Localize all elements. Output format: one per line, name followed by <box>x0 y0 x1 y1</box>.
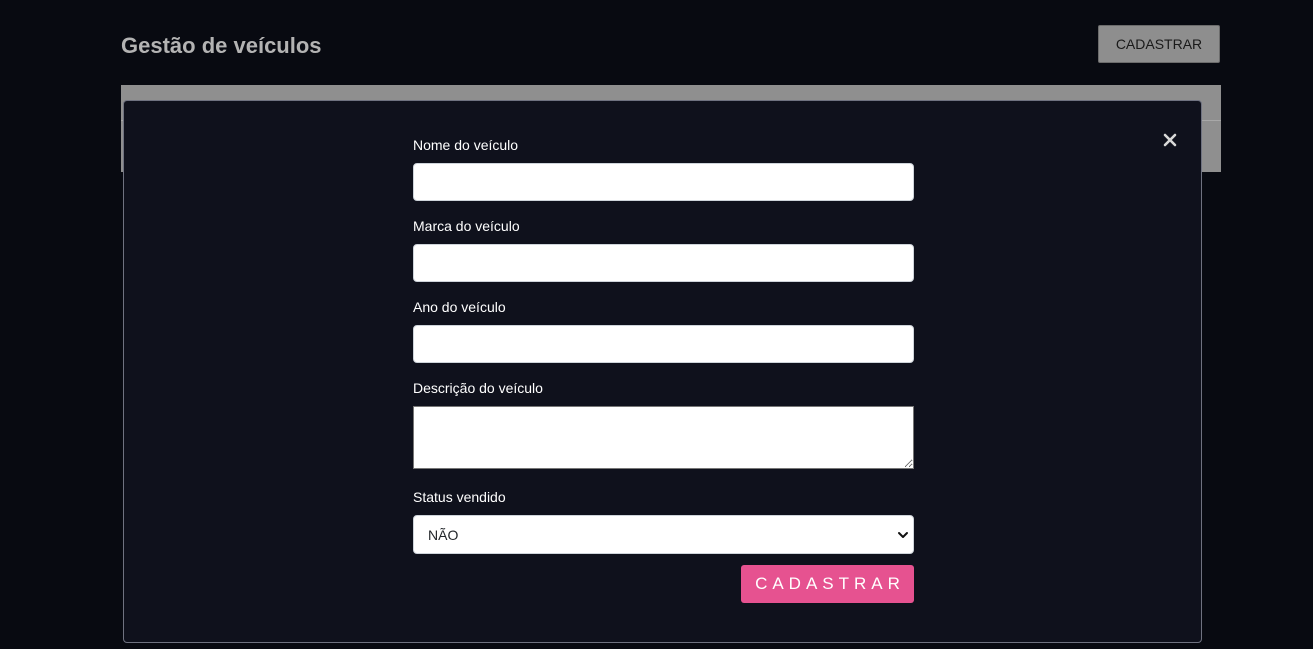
vehicle-year-input[interactable] <box>413 325 914 363</box>
chevron-down-icon <box>898 532 908 538</box>
vehicle-year-label: Ano do veículo <box>413 299 506 315</box>
submit-button[interactable]: CADASTRAR <box>741 565 914 603</box>
page-title: Gestão de veículos <box>121 33 322 58</box>
vehicle-brand-input[interactable] <box>413 244 914 282</box>
sold-status-label: Status vendido <box>413 489 506 505</box>
vehicle-name-label: Nome do veículo <box>413 137 519 153</box>
vehicle-description-label: Descrição do veículo <box>413 380 543 396</box>
close-icon[interactable] <box>1159 129 1181 151</box>
vehicle-name-input[interactable] <box>413 163 914 201</box>
vehicle-brand-label: Marca do veículo <box>413 218 520 234</box>
sold-status-value: NÃO <box>428 527 459 543</box>
vehicle-description-textarea[interactable] <box>413 406 914 469</box>
register-vehicle-modal: Nome do veículo Marca do veículo Ano do … <box>123 100 1202 643</box>
register-button[interactable]: CADASTRAR <box>1098 25 1220 63</box>
sold-status-select[interactable]: NÃO <box>413 515 914 554</box>
